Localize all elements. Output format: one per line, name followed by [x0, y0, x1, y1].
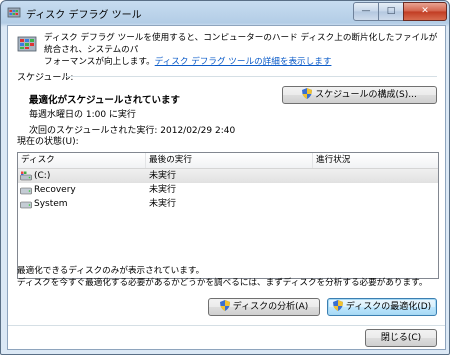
- current-status-label: 現在の状態(U):: [17, 137, 79, 147]
- disk-last-run: 未実行: [149, 171, 177, 181]
- schedule-status-title: 最適化がスケジュールされています: [29, 95, 181, 106]
- title-bar[interactable]: ディスク デフラグ ツール — □ ✕: [1, 1, 449, 25]
- uac-shield-icon: [219, 300, 230, 311]
- uac-shield-icon: [302, 88, 313, 99]
- column-header-last-run[interactable]: 最後の実行: [146, 153, 313, 168]
- close-window-button[interactable]: ✕: [403, 2, 447, 21]
- disk-list[interactable]: ディスク 最後の実行 進行状況 (C:) 未実行 Recovery 未実行 Sy…: [17, 152, 439, 279]
- defrag-app-icon: [7, 7, 21, 18]
- analyze-disk-button[interactable]: ディスクの分析(A): [208, 298, 320, 316]
- configure-schedule-label: スケジュールの構成(S)...: [315, 90, 417, 100]
- schedule-section-label: スケジュール:: [17, 73, 74, 83]
- footer-note-2: ディスクを今すぐ最適化する必要があるかどうかを調べるには、まずディスクを分析する…: [17, 278, 428, 288]
- disk-list-header: ディスク 最後の実行 進行状況: [18, 153, 438, 169]
- hard-drive-icon: [20, 201, 32, 209]
- description-line2: フォーマンスが向上します。: [44, 57, 155, 67]
- disk-row-system[interactable]: System 未実行: [18, 197, 438, 211]
- disk-name: Recovery: [34, 185, 76, 195]
- disk-last-run: 未実行: [149, 185, 177, 195]
- configure-schedule-button[interactable]: スケジュールの構成(S)...: [282, 86, 437, 104]
- defragment-disk-button[interactable]: ディスクの最適化(D): [327, 298, 437, 316]
- analyze-disk-label: ディスクの分析(A): [232, 302, 309, 312]
- system-drive-icon: [20, 171, 32, 181]
- schedule-frequency: 毎週水曜日の 1:00 に実行: [29, 110, 136, 120]
- defragment-disk-label: ディスクの最適化(D): [345, 302, 432, 312]
- bottom-divider: [8, 325, 445, 326]
- footer-note-1: 最適化できるディスクのみが表示されています。: [17, 266, 205, 276]
- defrag-header-icon: [17, 36, 37, 52]
- disk-row-c[interactable]: (C:) 未実行: [18, 169, 438, 183]
- disk-name: (C:): [34, 171, 51, 181]
- disk-last-run: 未実行: [149, 199, 177, 209]
- column-header-progress[interactable]: 進行状況: [313, 153, 438, 168]
- window-title: ディスク デフラグ ツール: [26, 10, 142, 21]
- defrag-window: ディスク デフラグ ツール — □ ✕ ディスク デフラグ ツールを使用すると、…: [0, 0, 450, 355]
- uac-shield-icon: [332, 300, 343, 311]
- close-button[interactable]: 閉じる(C): [365, 329, 437, 347]
- disk-row-recovery[interactable]: Recovery 未実行: [18, 183, 438, 197]
- client-area: ディスク デフラグ ツールを使用すると、コンピューターのハード ディスク上の断片…: [7, 25, 446, 350]
- column-header-disk[interactable]: ディスク: [18, 153, 146, 168]
- description-line1: ディスク デフラグ ツールを使用すると、コンピューターのハード ディスク上の断片…: [44, 33, 438, 55]
- hard-drive-icon: [20, 187, 32, 195]
- schedule-divider: [66, 76, 437, 77]
- minimize-button[interactable]: —: [353, 2, 379, 21]
- maximize-button[interactable]: □: [378, 2, 404, 21]
- help-link[interactable]: ディスク デフラグ ツールの詳細を表示します: [155, 57, 332, 67]
- disk-name: System: [34, 199, 68, 209]
- description-text: ディスク デフラグ ツールを使用すると、コンピューターのハード ディスク上の断片…: [44, 32, 439, 68]
